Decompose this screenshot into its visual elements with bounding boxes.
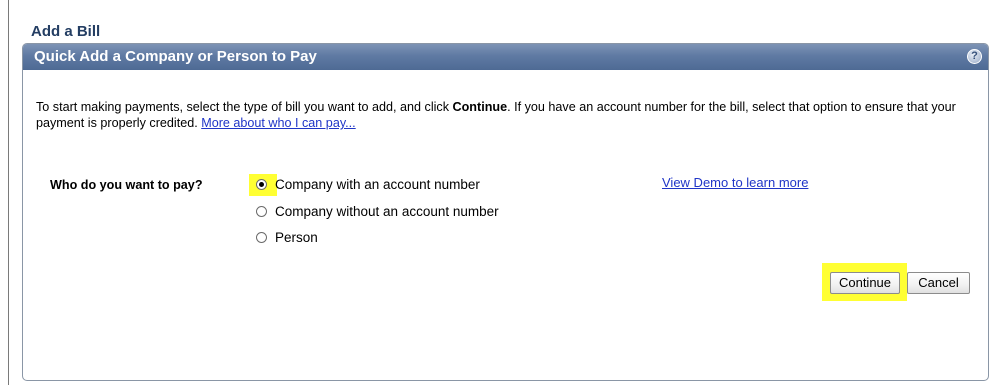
radio-person[interactable]: [256, 231, 267, 243]
panel-header: Quick Add a Company or Person to Pay ?: [23, 44, 988, 70]
who-to-pay-label: Who do you want to pay?: [50, 178, 203, 192]
cancel-button[interactable]: Cancel: [907, 272, 970, 294]
option-label: Company without an account number: [275, 204, 499, 219]
option-person[interactable]: Person: [256, 230, 318, 250]
radio-company-with-account[interactable]: [256, 178, 267, 190]
option-label: Person: [275, 230, 318, 245]
continue-button[interactable]: Continue: [830, 272, 900, 294]
page-title: Add a Bill: [31, 23, 101, 40]
intro-text-start: To start making payments, select the typ…: [36, 100, 453, 114]
panel-title: Quick Add a Company or Person to Pay: [34, 48, 317, 65]
radio-company-without-account[interactable]: [256, 205, 267, 217]
page: Add a Bill Quick Add a Company or Person…: [0, 0, 997, 385]
view-demo-link[interactable]: View Demo to learn more: [662, 175, 808, 190]
option-label: Company with an account number: [275, 177, 480, 192]
quick-add-panel: Quick Add a Company or Person to Pay ? T…: [22, 43, 989, 381]
help-icon[interactable]: ?: [967, 49, 982, 64]
left-border-line: [8, 0, 9, 385]
option-company-without-account[interactable]: Company without an account number: [256, 204, 499, 224]
intro-text: To start making payments, select the typ…: [36, 99, 981, 131]
intro-continue-word: Continue: [452, 100, 508, 114]
option-company-with-account[interactable]: Company with an account number: [249, 174, 480, 197]
more-about-who-link[interactable]: More about who I can pay...: [201, 116, 355, 130]
